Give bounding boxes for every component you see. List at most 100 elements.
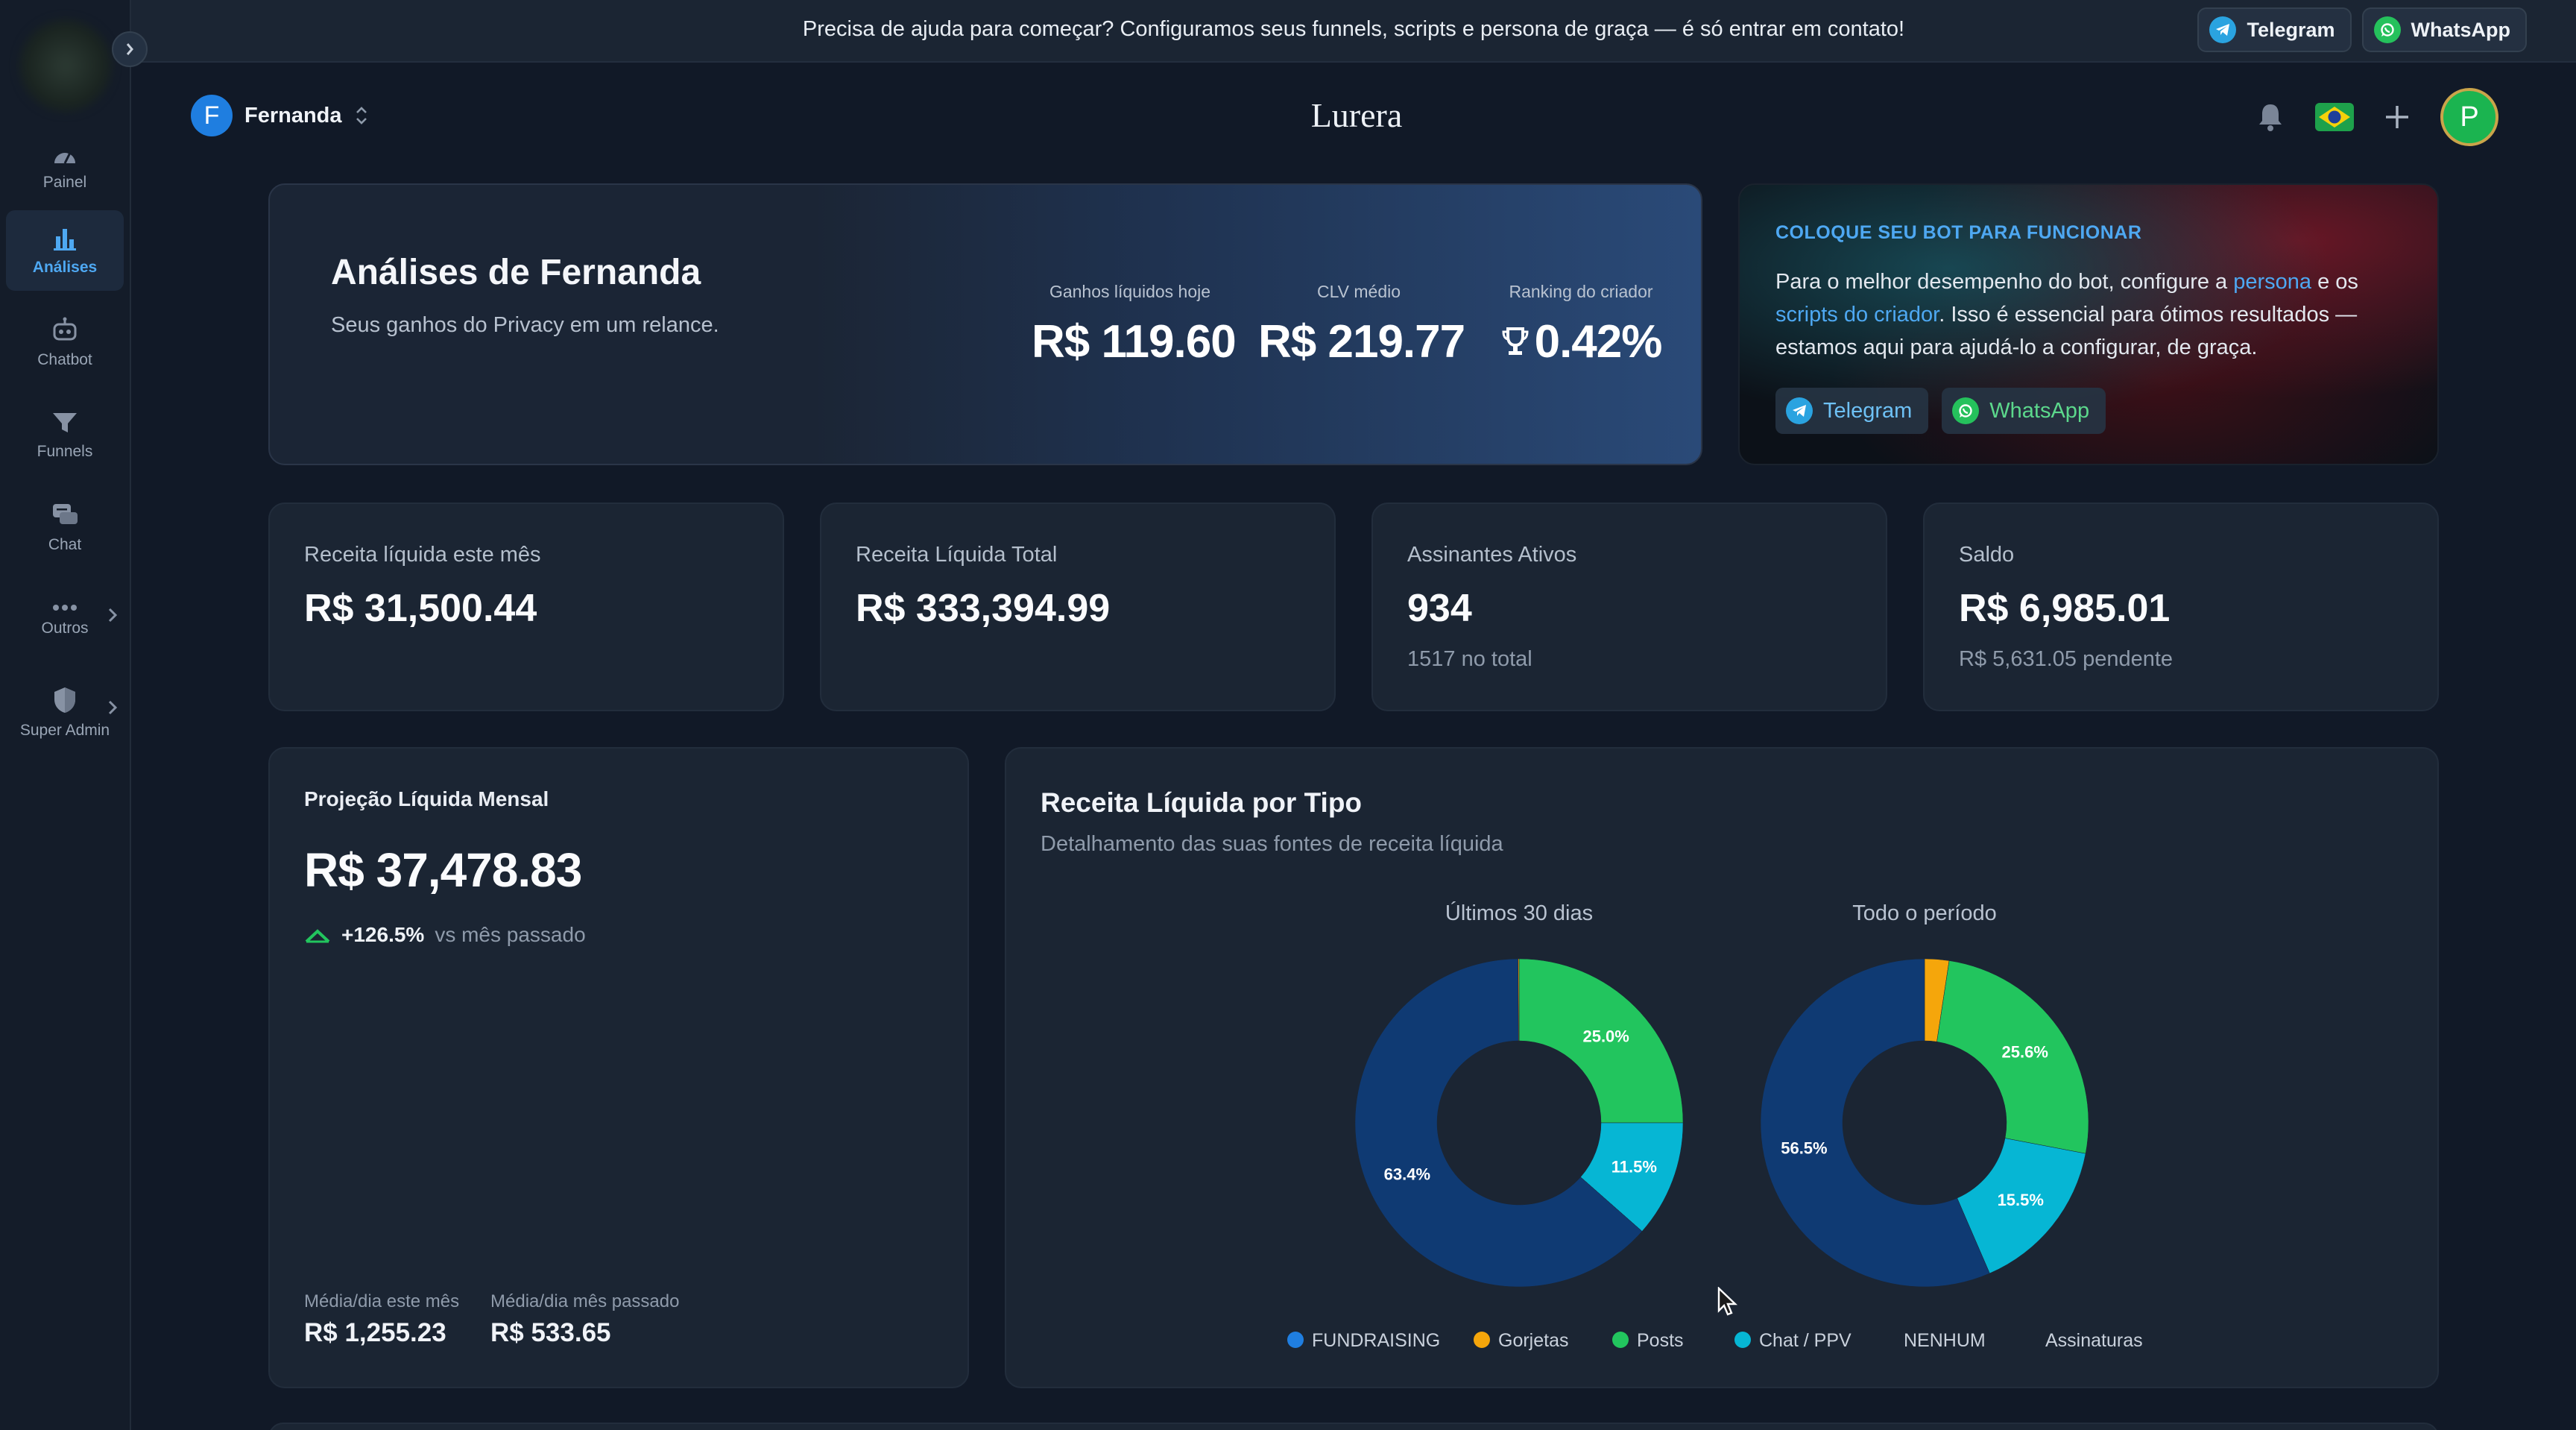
bot-whatsapp-button[interactable]: WhatsApp: [1942, 388, 2106, 434]
sidebar-item-label: Super Admin: [19, 722, 110, 739]
persona-link[interactable]: persona: [2233, 270, 2311, 294]
stat-label: CLV médio: [1316, 282, 1401, 301]
stat-ranking: Ranking do criador 0.42%: [1489, 282, 1673, 368]
bar-chart-icon: [54, 229, 76, 251]
sidebar-item-super-admin[interactable]: Super Admin: [6, 673, 124, 753]
chart-legend: FUNDRAISING Gorjetas Posts Chat / PPV NENHUM…: [1287, 1330, 2143, 1351]
donut-title: Últimos 30 dias: [1445, 901, 1593, 925]
donut-chart-1: Últimos 30 dias 25.0% 11.5% 63.4%: [1354, 901, 1684, 1288]
brand-logo: Lurera: [1310, 96, 1403, 134]
app-logo[interactable]: [19, 19, 112, 112]
sidebar-item-chatbot[interactable]: Chatbot: [6, 303, 124, 383]
stat-value: R$ 31,500.44: [304, 587, 537, 630]
chevron-right-icon: [108, 700, 118, 715]
sidebar-item-chat[interactable]: Chat: [6, 488, 124, 568]
page-subtitle: Seus ganhos do Privacy em um relance.: [331, 313, 719, 337]
donut-chart-2: Todo o período 25.6% 15.5% 56.5%: [1760, 901, 2089, 1288]
stat-value: R$ 333,394.99: [856, 587, 1111, 630]
whatsapp-icon: [1952, 397, 1980, 424]
sidebar-item-label: Chatbot: [37, 351, 92, 368]
whatsapp-label: WhatsApp: [2411, 18, 2510, 41]
telegram-label: Telegram: [2247, 18, 2335, 41]
sidebar-item-analises[interactable]: Análises: [6, 210, 124, 291]
gauge-icon: [54, 152, 75, 164]
legend-label: Chat / PPV: [1759, 1330, 1852, 1351]
funnel-icon: [53, 413, 77, 432]
sidebar: Painel Análises Chatbot Funnels Chat Out…: [0, 0, 131, 1430]
stat-card-monthly-revenue: Receita líquida este mês R$ 31,500.44: [268, 503, 784, 711]
account-switcher[interactable]: F Fernanda: [191, 95, 369, 136]
more-icon: [53, 605, 77, 611]
next-card-edge: [268, 1423, 2439, 1430]
plus-icon[interactable]: [2384, 104, 2411, 130]
stat-value: 934: [1407, 587, 1472, 630]
bell-icon[interactable]: [2255, 101, 2285, 133]
stat-net-today: Ganhos líquidos hoje R$ 119.60: [1032, 282, 1237, 368]
slice-label: 56.5%: [1781, 1138, 1827, 1157]
sidebar-item-funnels[interactable]: Funnels: [6, 395, 124, 476]
sidebar-item-label: Análises: [32, 259, 98, 276]
donut-title: Todo o período: [1852, 901, 1996, 925]
stat-value: R$ 6,985.01: [1959, 587, 2171, 630]
avg-value: R$ 533.65: [490, 1318, 611, 1347]
projection-trend: +126.5% vs mês passado: [304, 923, 586, 947]
account-avatar: F: [191, 95, 233, 136]
legend-label: NENHUM: [1904, 1330, 1986, 1351]
stat-label: Ranking do criador: [1509, 282, 1653, 301]
whatsapp-label: WhatsApp: [1989, 398, 2090, 423]
chat-icon: [53, 504, 78, 524]
stat-label: Saldo: [1959, 543, 2015, 567]
trophy-icon: [1502, 327, 1529, 355]
projection-value: R$ 37,478.83: [304, 843, 582, 897]
projection-card: Projeção Líquida Mensal R$ 37,478.83 +12…: [268, 747, 969, 1388]
stat-value: R$ 219.77: [1258, 316, 1465, 368]
slice-label: 25.6%: [2002, 1043, 2048, 1062]
stat-value: R$ 119.60: [1032, 316, 1237, 368]
avg-this-month: Média/dia este mês R$ 1,255.23: [304, 1291, 459, 1348]
user-avatar[interactable]: P: [2440, 88, 2498, 146]
slice-label: 63.4%: [1384, 1165, 1430, 1183]
stat-sub: 1517 no total: [1407, 647, 1532, 671]
stat-label: Assinantes Ativos: [1407, 543, 1577, 567]
stat-clv: CLV médio R$ 219.77: [1258, 282, 1465, 368]
account-name: Fernanda: [244, 103, 342, 127]
slice-label: 15.5%: [1998, 1191, 2044, 1209]
creator-scripts-link[interactable]: scripts do criador: [1775, 303, 1939, 327]
brazil-flag-icon[interactable]: [2315, 103, 2354, 131]
banner-whatsapp-button[interactable]: WhatsApp: [2361, 7, 2527, 52]
sidebar-item-label: Painel: [42, 174, 87, 191]
legend-swatch: [1612, 1332, 1629, 1348]
mouse-cursor-icon: [1717, 1287, 1737, 1316]
stat-label: Receita líquida este mês: [304, 543, 541, 567]
robot-icon: [53, 317, 77, 341]
stat-card-balance: Saldo R$ 6,985.01 R$ 5,631.05 pendente: [1923, 503, 2439, 711]
bot-card-heading: COLOQUE SEU BOT PARA FUNCIONAR: [1775, 222, 2142, 243]
bot-telegram-button[interactable]: Telegram: [1775, 388, 1929, 434]
banner-telegram-button[interactable]: Telegram: [2197, 7, 2352, 52]
legend-swatch: [1734, 1332, 1751, 1348]
stat-sub: R$ 5,631.05 pendente: [1959, 647, 2174, 671]
bot-card-text: e os: [2311, 270, 2358, 294]
sidebar-item-label: Outros: [41, 620, 89, 637]
legend-label: Posts: [1637, 1330, 1684, 1351]
page-title: Análises de Fernanda: [331, 253, 701, 292]
sidebar-item-label: Chat: [48, 536, 82, 553]
bot-setup-card: COLOQUE SEU BOT PARA FUNCIONAR Para o me…: [1738, 183, 2439, 465]
telegram-icon: [1786, 397, 1813, 424]
stat-label: Ganhos líquidos hoje: [1049, 282, 1211, 301]
chevron-right-icon: [108, 608, 118, 623]
whatsapp-icon: [2373, 16, 2401, 43]
legend-label: Gorjetas: [1498, 1330, 1568, 1351]
telegram-icon: [2209, 16, 2237, 43]
slice-label: 25.0%: [1582, 1027, 1629, 1045]
stat-label: Receita Líquida Total: [856, 543, 1058, 567]
sidebar-toggle-button[interactable]: [112, 31, 148, 67]
sidebar-item-painel[interactable]: Painel: [6, 128, 124, 209]
sidebar-item-label: Funnels: [37, 443, 93, 460]
slice-label: 11.5%: [1611, 1157, 1657, 1176]
sidebar-item-outros[interactable]: Outros: [6, 580, 124, 661]
avg-label: Média/dia este mês: [304, 1291, 460, 1311]
avg-label: Média/dia mês passado: [490, 1291, 680, 1311]
bot-card-text: Para o melhor desempenho do bot, configu…: [1775, 270, 2234, 294]
telegram-label: Telegram: [1823, 398, 1913, 423]
